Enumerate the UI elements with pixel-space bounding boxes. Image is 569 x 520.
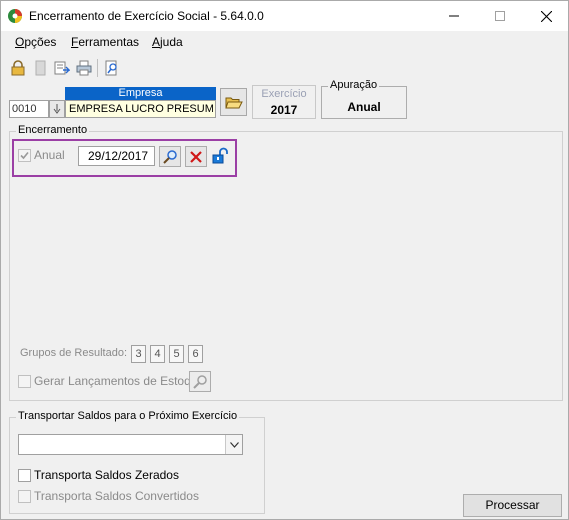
empresa-lookup-button[interactable]	[49, 100, 65, 118]
grupo-box-5[interactable]: 5	[169, 345, 184, 363]
magnifier-icon	[193, 374, 207, 389]
transporta-convertidos-label: Transporta Saldos Convertidos	[34, 489, 199, 503]
search-button[interactable]	[159, 146, 181, 167]
gerar-lancamentos-checkbox[interactable]	[18, 375, 31, 388]
empresa-header: Empresa	[65, 87, 216, 100]
document-button[interactable]	[30, 58, 50, 78]
document-icon	[35, 60, 46, 76]
grupo-box-4[interactable]: 4	[150, 345, 165, 363]
gerar-lancamentos-label: Gerar Lançamentos de Estoque	[34, 374, 205, 388]
exercicio-box: Exercício 2017	[252, 85, 316, 119]
transporta-zerados-checkbox[interactable]	[18, 469, 31, 482]
window-title: Encerramento de Exercício Social - 5.64.…	[29, 9, 264, 23]
minimize-icon	[449, 15, 459, 17]
apuracao-label: Apuração	[328, 79, 380, 91]
grupos-resultado-label: Grupos de Resultado:	[20, 347, 128, 359]
grupo-box-3[interactable]: 3	[131, 345, 146, 363]
delete-x-icon	[190, 150, 202, 163]
app-icon	[8, 9, 22, 23]
close-icon	[540, 10, 552, 22]
encerramento-date-field[interactable]: 29/12/2017	[78, 146, 155, 166]
empresa-code-field[interactable]: 0010	[9, 100, 49, 118]
search-doc-icon	[105, 60, 117, 76]
menu-opcoes[interactable]: Opções	[15, 35, 56, 49]
maximize-button[interactable]	[477, 1, 523, 31]
delete-button[interactable]	[185, 146, 207, 167]
chevron-down-icon	[229, 441, 239, 448]
empresa-name-field[interactable]: EMPRESA LUCRO PRESUM	[65, 100, 216, 118]
anual-label: Anual	[34, 148, 65, 162]
toolbar-separator	[97, 59, 98, 77]
unlock-button[interactable]	[210, 146, 230, 166]
export-button[interactable]	[52, 58, 72, 78]
close-button[interactable]	[523, 1, 568, 31]
transporta-convertidos-checkbox[interactable]	[18, 490, 31, 503]
lock-icon	[11, 60, 25, 76]
anual-checkbox[interactable]	[18, 149, 31, 162]
arrow-down-icon	[53, 104, 61, 114]
lock-button[interactable]	[8, 58, 28, 78]
transporta-zerados-label: Transporta Saldos Zerados	[34, 468, 179, 482]
open-folder-button[interactable]	[220, 88, 247, 116]
grupo-box-6[interactable]: 6	[188, 345, 203, 363]
toolbar	[1, 55, 568, 81]
transportar-select[interactable]	[18, 434, 243, 455]
apuracao-value: Anual	[347, 100, 381, 114]
folder-open-icon	[224, 97, 243, 108]
exercicio-value: 2017	[270, 103, 298, 117]
encerramento-legend: Encerramento	[16, 124, 90, 136]
main-window: Encerramento de Exercício Social - 5.64.…	[0, 0, 569, 520]
unlock-icon	[212, 147, 228, 164]
menu-ferramentas[interactable]: Ferramentas	[71, 35, 139, 49]
print-icon	[76, 60, 92, 76]
export-icon	[54, 61, 70, 75]
magnifier-icon	[163, 149, 177, 164]
minimize-button[interactable]	[431, 1, 477, 31]
preview-button[interactable]	[102, 58, 122, 78]
maximize-icon	[495, 11, 505, 21]
menu-ajuda[interactable]: Ajuda	[152, 35, 183, 49]
apuracao-box: Apuração Anual	[321, 79, 407, 119]
gerar-search-button[interactable]	[189, 371, 211, 392]
exercicio-label: Exercício	[261, 88, 307, 100]
transportar-legend: Transportar Saldos para o Próximo Exercí…	[16, 410, 240, 422]
print-button[interactable]	[74, 58, 94, 78]
checkmark-icon	[20, 151, 29, 160]
title-bar: Encerramento de Exercício Social - 5.64.…	[1, 1, 568, 31]
menu-bar: Opções Ferramentas Ajuda	[1, 31, 568, 53]
select-dropdown-button[interactable]	[225, 435, 242, 454]
processar-button[interactable]: Processar	[463, 494, 562, 517]
